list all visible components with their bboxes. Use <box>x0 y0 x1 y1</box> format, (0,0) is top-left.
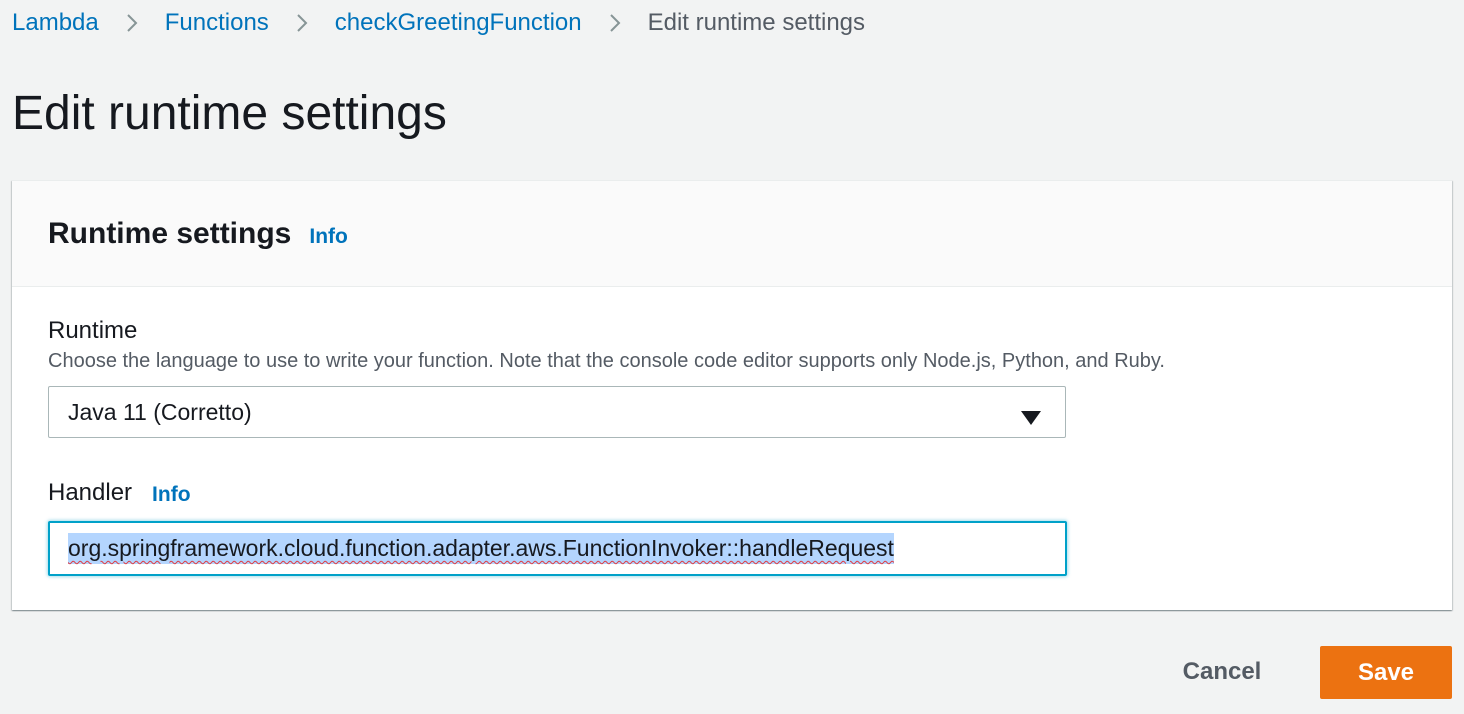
runtime-select[interactable]: Java 11 (Corretto) <box>48 386 1066 438</box>
breadcrumb: Lambda Functions checkGreetingFunction E… <box>12 8 865 38</box>
runtime-selected-value: Java 11 (Corretto) <box>68 398 252 425</box>
cancel-button[interactable]: Cancel <box>1160 648 1284 696</box>
handler-label: Handler <box>48 479 133 506</box>
handler-input[interactable]: org.springframework.cloud.function.adapt… <box>48 521 1067 576</box>
chevron-right-icon <box>99 13 165 33</box>
chevron-right-icon <box>582 13 648 33</box>
runtime-description: Choose the language to use to write your… <box>48 350 1165 372</box>
page-title: Edit runtime settings <box>12 87 447 140</box>
panel-header: Runtime settings Info <box>12 181 1452 287</box>
breadcrumb-item-function-name[interactable]: checkGreetingFunction <box>335 8 582 38</box>
handler-input-value: org.springframework.cloud.function.adapt… <box>68 533 894 564</box>
runtime-settings-panel: Runtime settings Info Runtime Choose the… <box>12 180 1452 610</box>
handler-label-row: Handler Info <box>48 479 191 507</box>
panel-title: Runtime settings <box>48 216 292 250</box>
chevron-right-icon <box>269 13 335 33</box>
handler-info-link[interactable]: Info <box>152 483 190 507</box>
breadcrumb-item-lambda[interactable]: Lambda <box>12 8 99 38</box>
save-button[interactable]: Save <box>1320 646 1452 699</box>
breadcrumb-item-current: Edit runtime settings <box>647 9 866 36</box>
breadcrumb-item-functions[interactable]: Functions <box>165 8 269 38</box>
runtime-settings-info-link[interactable]: Info <box>309 225 347 249</box>
caret-down-icon <box>1021 405 1041 432</box>
runtime-label: Runtime <box>48 317 138 344</box>
